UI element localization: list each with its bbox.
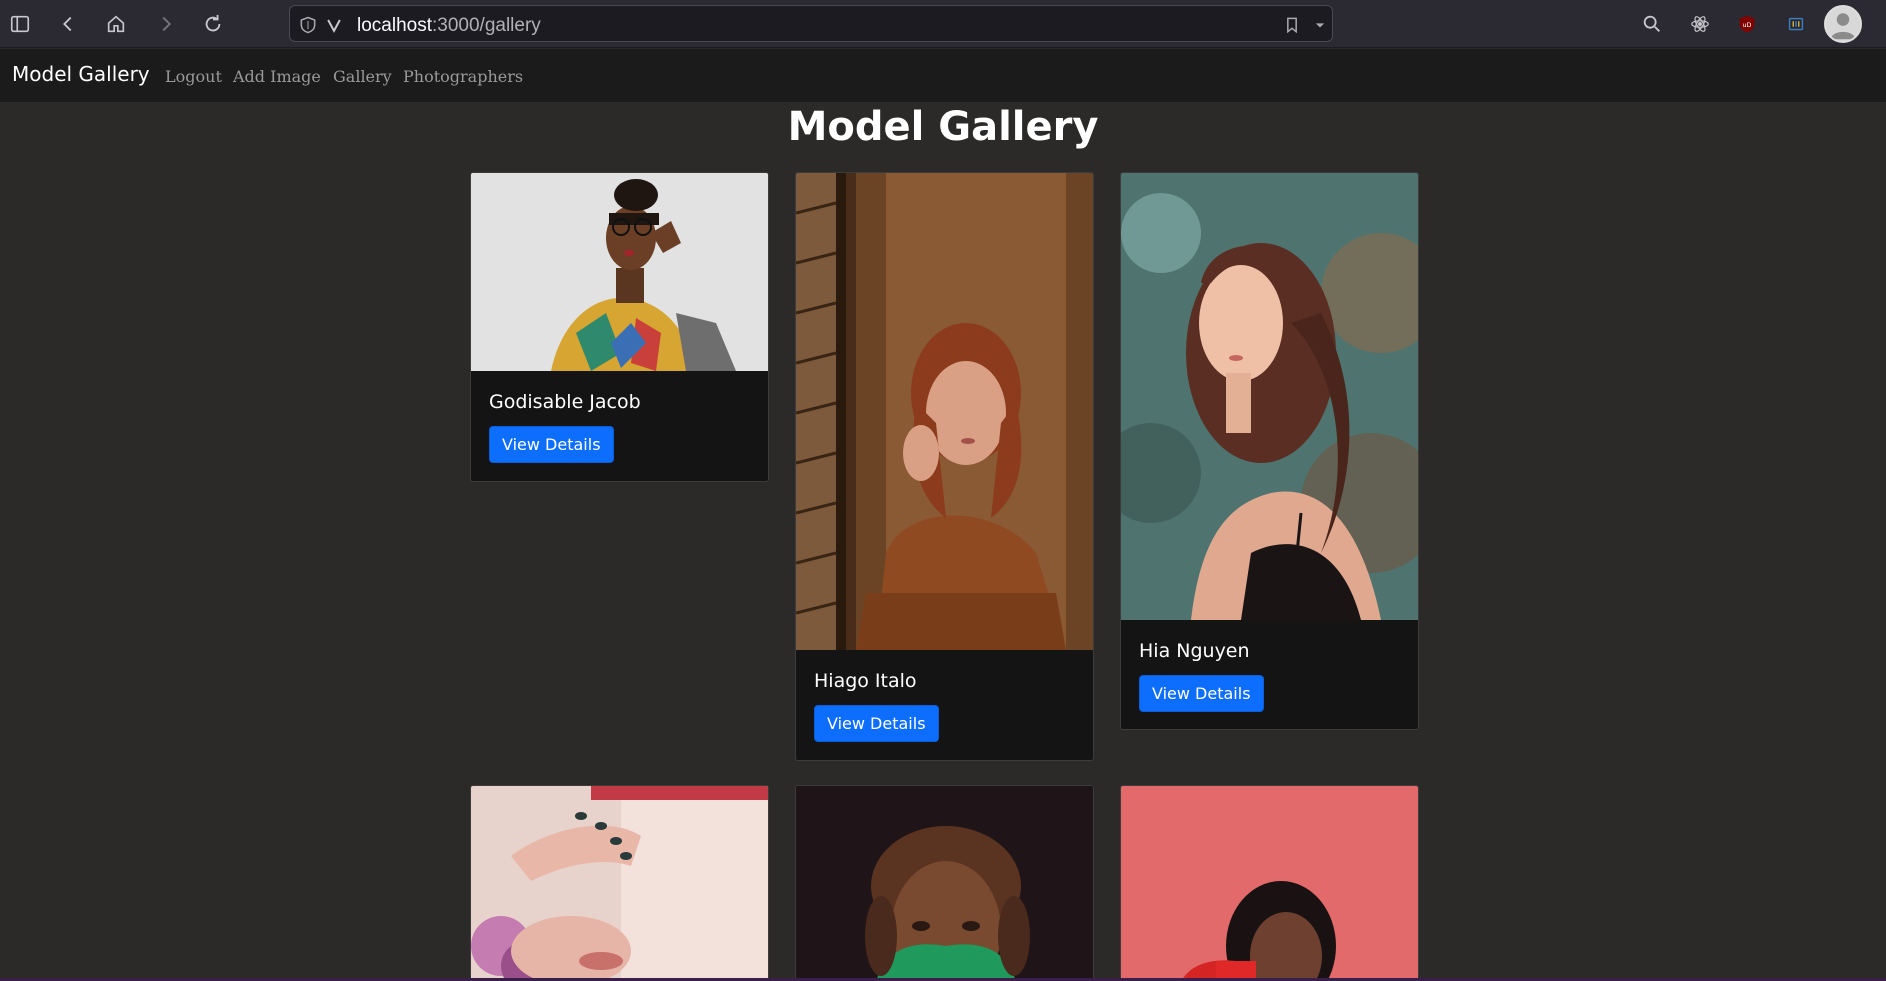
- model-photo[interactable]: [471, 786, 768, 980]
- gallery-card: [470, 785, 769, 981]
- gallery-card: [1120, 785, 1419, 981]
- view-details-button[interactable]: View Details: [1139, 675, 1264, 712]
- gallery-card: Godisable Jacob View Details: [470, 172, 769, 482]
- model-photo[interactable]: [796, 786, 1093, 980]
- model-photo[interactable]: [471, 173, 768, 371]
- model-name: Godisable Jacob: [489, 391, 641, 413]
- model-photo[interactable]: [1121, 173, 1418, 620]
- react-devtools-icon[interactable]: [1684, 8, 1716, 40]
- bookmark-icon[interactable]: [1282, 15, 1302, 35]
- url-bar[interactable]: localhost:3000/gallery: [289, 5, 1333, 42]
- gallery-card: [795, 785, 1094, 981]
- home-icon[interactable]: [100, 8, 132, 40]
- model-name: Hiago Italo: [814, 670, 917, 692]
- model-photo[interactable]: [1121, 786, 1418, 980]
- dropdown-arrow-icon[interactable]: [1310, 15, 1330, 35]
- url-path: :3000/gallery: [432, 15, 541, 36]
- gallery-card: Hiago Italo View Details: [795, 172, 1094, 761]
- back-icon[interactable]: [52, 8, 84, 40]
- shield-icon[interactable]: [298, 15, 318, 35]
- forward-icon[interactable]: [150, 8, 182, 40]
- model-name: Hia Nguyen: [1139, 640, 1250, 662]
- extension-icon[interactable]: [1780, 8, 1812, 40]
- reload-icon[interactable]: [197, 8, 229, 40]
- app-navbar: Model Gallery Logout Add Image Gallery P…: [0, 49, 1886, 102]
- view-details-button[interactable]: View Details: [489, 426, 614, 463]
- browser-toolbar: localhost:3000/gallery uD: [0, 0, 1886, 48]
- page-title: Model Gallery: [787, 104, 1099, 150]
- nav-link-photographers[interactable]: Photographers: [403, 67, 523, 86]
- svg-text:uD: uD: [1743, 21, 1752, 29]
- model-photo[interactable]: [796, 173, 1093, 650]
- view-details-button[interactable]: View Details: [814, 705, 939, 742]
- url-text[interactable]: localhost:3000/gallery: [357, 15, 541, 37]
- url-host: localhost: [357, 15, 432, 36]
- nav-link-logout[interactable]: Logout: [165, 67, 222, 86]
- vivaldi-v-icon[interactable]: [324, 15, 344, 35]
- nav-link-gallery[interactable]: Gallery: [333, 67, 392, 86]
- navbar-brand[interactable]: Model Gallery: [12, 62, 150, 86]
- nav-link-add-image[interactable]: Add Image: [233, 67, 321, 86]
- profile-avatar[interactable]: [1824, 5, 1862, 43]
- search-icon[interactable]: [1636, 8, 1668, 40]
- sidebar-toggle-icon[interactable]: [4, 8, 36, 40]
- ublock-origin-icon[interactable]: uD: [1731, 8, 1763, 40]
- gallery-card: Hia Nguyen View Details: [1120, 172, 1419, 730]
